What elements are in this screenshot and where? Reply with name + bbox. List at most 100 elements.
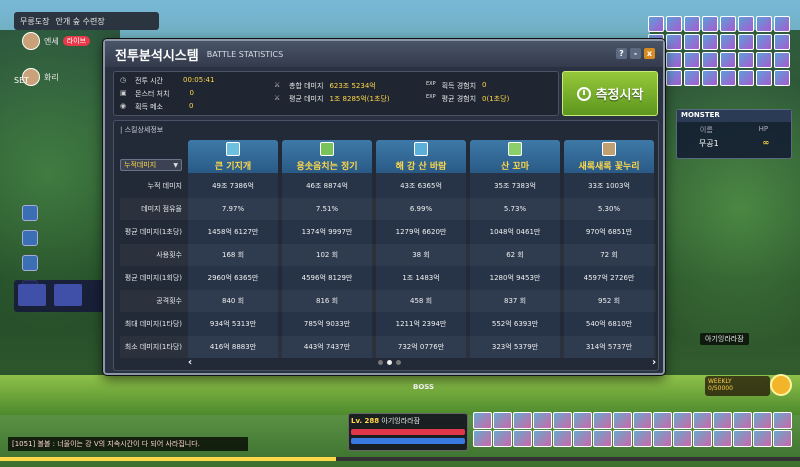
- menu-icon[interactable]: [702, 52, 718, 68]
- quickslot[interactable]: [773, 430, 792, 447]
- location-sub: 안개 숲 수련장: [55, 16, 105, 26]
- table-cell: 970억 6851만: [585, 228, 633, 236]
- row-label: 누적 데미지: [147, 182, 182, 190]
- party-member[interactable]: 화리: [22, 68, 90, 86]
- quickslot[interactable]: [713, 430, 732, 447]
- live-badge[interactable]: 라이브: [62, 36, 91, 46]
- battle-summary: ◷ 전투 시간 00:05:41 ▣ 몬스터 처치 0 ◉ 획득 메소 0 ⚔ 총합 데미지 6…: [113, 71, 559, 116]
- menu-icon[interactable]: [684, 16, 700, 32]
- quickslot[interactable]: [573, 430, 592, 447]
- quickslot[interactable]: [593, 412, 612, 429]
- buff-icon[interactable]: [54, 284, 82, 306]
- quickslot[interactable]: [613, 430, 632, 447]
- menu-icon[interactable]: [702, 70, 718, 86]
- menu-icon[interactable]: [702, 34, 718, 50]
- help-button[interactable]: ?: [616, 48, 627, 59]
- weekly-value: 0/50000: [708, 385, 733, 392]
- menu-icon[interactable]: [756, 70, 772, 86]
- quickslot[interactable]: [553, 430, 572, 447]
- menu-icon[interactable]: [666, 52, 682, 68]
- menu-icon[interactable]: [738, 34, 754, 50]
- menu-icon[interactable]: [720, 70, 736, 86]
- menu-icon[interactable]: [720, 16, 736, 32]
- skill-column-header[interactable]: 해 강 산 바람: [376, 140, 466, 173]
- quickslot[interactable]: [513, 412, 532, 429]
- menu-icon[interactable]: [738, 52, 754, 68]
- menu-icon[interactable]: [684, 52, 700, 68]
- page-dot[interactable]: [396, 360, 401, 365]
- coin-icon[interactable]: [770, 374, 792, 396]
- quickslot[interactable]: [693, 430, 712, 447]
- party-member[interactable]: 엔세 라이브: [22, 32, 91, 50]
- quickslot[interactable]: [633, 430, 652, 447]
- window-titlebar[interactable]: 전투분석시스템 BATTLE STATISTICS: [105, 41, 663, 67]
- menu-icon[interactable]: [666, 16, 682, 32]
- menu-icon[interactable]: [756, 52, 772, 68]
- quickslot[interactable]: [733, 430, 752, 447]
- quickslot[interactable]: [513, 430, 532, 447]
- menu-icon[interactable]: [702, 16, 718, 32]
- row-label: 사용횟수: [156, 251, 182, 259]
- menu-icon[interactable]: [774, 34, 790, 50]
- quickslot[interactable]: [633, 412, 652, 429]
- quickslot[interactable]: [573, 412, 592, 429]
- table-cell: 4597억 2726만: [583, 274, 635, 282]
- quickslot[interactable]: [593, 430, 612, 447]
- quickslot[interactable]: [533, 412, 552, 429]
- start-measure-button[interactable]: 측정시작: [562, 71, 658, 116]
- buff-icon[interactable]: [18, 284, 46, 306]
- hourglass-icon[interactable]: [22, 205, 38, 221]
- map-pin-icon[interactable]: [22, 255, 38, 271]
- quickslot[interactable]: [493, 430, 512, 447]
- weekly-panel[interactable]: WEEKLY 0/50000: [705, 376, 770, 396]
- quickslot[interactable]: [773, 412, 792, 429]
- menu-icon[interactable]: [756, 34, 772, 50]
- menu-icon[interactable]: [720, 34, 736, 50]
- menu-icon[interactable]: [738, 70, 754, 86]
- table-cell: 1048억 0461만: [489, 228, 541, 236]
- quickslot[interactable]: [653, 412, 672, 429]
- menu-icon[interactable]: [666, 70, 682, 86]
- skill-column-header[interactable]: 산 꼬마: [470, 140, 560, 173]
- chat-line[interactable]: [1051] 볼볼 : 너울이는 강 V의 지속시간이 다 되어 사라집니다.: [8, 437, 248, 451]
- minimize-button[interactable]: -: [630, 48, 641, 59]
- skill-column-header[interactable]: 새록새록 꽃누리: [564, 140, 654, 173]
- menu-icon[interactable]: [774, 16, 790, 32]
- quickslot[interactable]: [733, 412, 752, 429]
- quickslot[interactable]: [473, 430, 492, 447]
- lightbulb-icon[interactable]: [22, 230, 38, 246]
- quickslot[interactable]: [753, 412, 772, 429]
- quickslot[interactable]: [693, 412, 712, 429]
- menu-icon[interactable]: [684, 34, 700, 50]
- table-cell: 7.97%: [221, 205, 245, 213]
- menu-icon[interactable]: [684, 70, 700, 86]
- skill-column-header[interactable]: 용솟음치는 정기: [282, 140, 372, 173]
- table-cell: 840 회: [221, 297, 245, 305]
- menu-icon[interactable]: [738, 16, 754, 32]
- menu-icon[interactable]: [666, 34, 682, 50]
- menu-icon[interactable]: [774, 52, 790, 68]
- menu-icon[interactable]: [720, 52, 736, 68]
- quickslot[interactable]: [553, 412, 572, 429]
- menu-icon[interactable]: [756, 16, 772, 32]
- menu-icon[interactable]: [774, 70, 790, 86]
- location-name: 무릉도장: [20, 16, 50, 26]
- quickslot[interactable]: [673, 430, 692, 447]
- menu-icon[interactable]: [648, 16, 664, 32]
- sort-dropdown[interactable]: 누적데미지 ▼: [120, 159, 182, 171]
- quickslot[interactable]: [493, 412, 512, 429]
- quickslot[interactable]: [473, 412, 492, 429]
- prev-page-button[interactable]: ‹: [188, 357, 192, 368]
- quickslot[interactable]: [673, 412, 692, 429]
- page-dot-active[interactable]: [387, 360, 392, 365]
- quickslot[interactable]: [613, 412, 632, 429]
- quickslot[interactable]: [533, 430, 552, 447]
- quickslot[interactable]: [753, 430, 772, 447]
- page-dot[interactable]: [378, 360, 383, 365]
- quickslot[interactable]: [713, 412, 732, 429]
- next-page-button[interactable]: ›: [652, 357, 656, 368]
- close-button[interactable]: x: [644, 48, 655, 59]
- quickslot[interactable]: [653, 430, 672, 447]
- skill-column-header[interactable]: 큰 기지개: [188, 140, 278, 173]
- meso-label: 획득 메소: [135, 103, 163, 111]
